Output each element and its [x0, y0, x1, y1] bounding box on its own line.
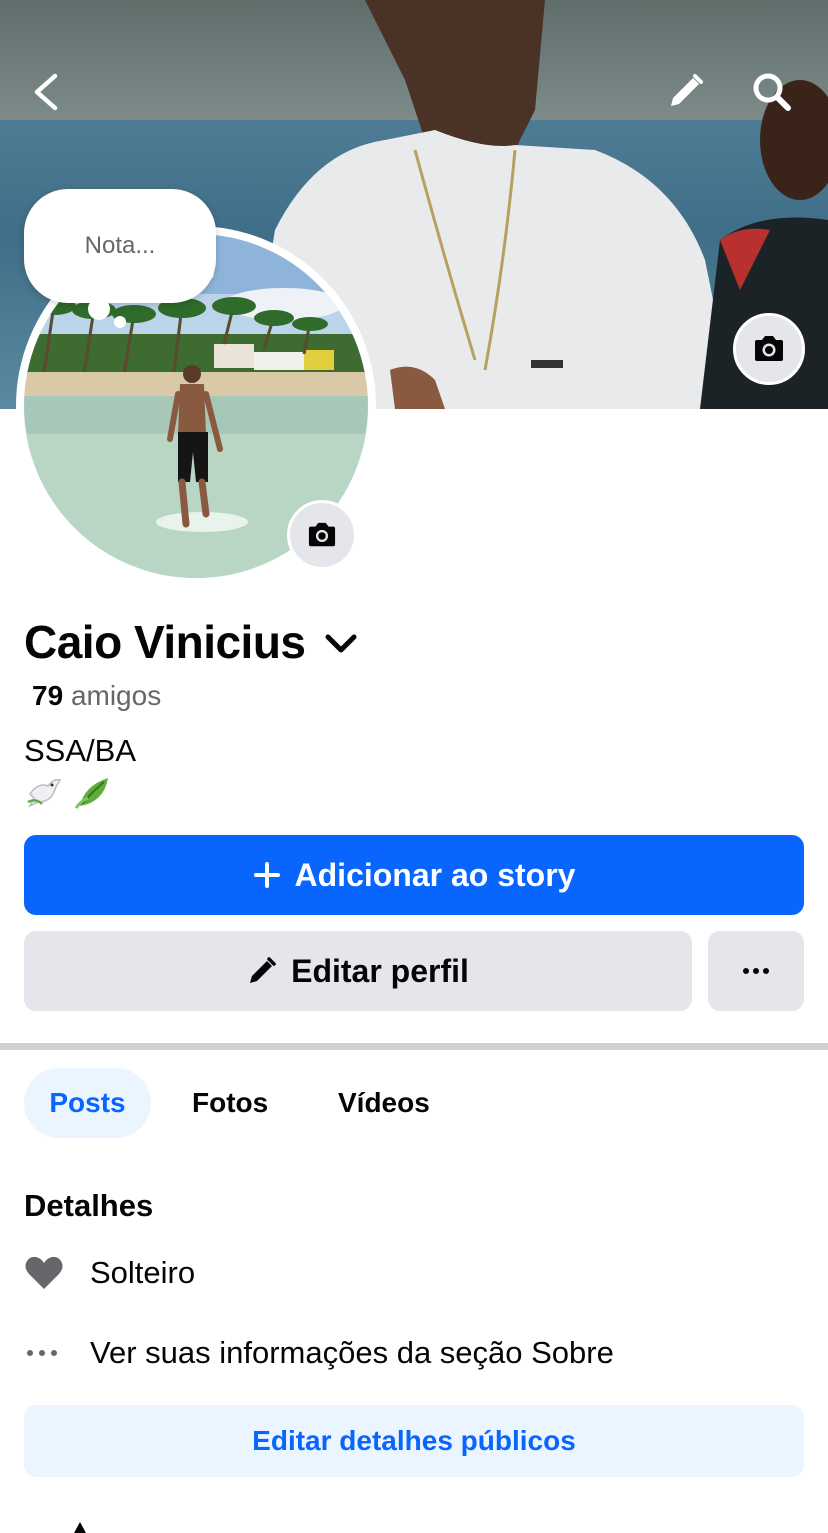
profile-name-switcher[interactable]: Caio Vinicius: [24, 612, 358, 672]
note-placeholder: Nota...: [84, 232, 156, 259]
edit-profile-button[interactable]: Editar perfil: [24, 931, 692, 1011]
cut-off-row-icon: [74, 1522, 86, 1533]
plus-icon: [253, 862, 280, 888]
bio-emoji-row: [24, 772, 114, 812]
profile-name: Caio Vinicius: [24, 616, 306, 668]
relationship-row: Solteiro: [24, 1251, 195, 1295]
more-dots-icon: [27, 1350, 57, 1356]
about-link: Ver suas informações da seção Sobre: [90, 1335, 614, 1370]
note-bubble[interactable]: Nota...: [24, 189, 216, 303]
tab-videos[interactable]: Vídeos: [338, 1068, 430, 1138]
pencil-icon: [671, 74, 703, 106]
pencil-icon: [250, 957, 276, 983]
note-bubble-tail: [88, 298, 110, 320]
camera-icon: [755, 336, 783, 361]
more-options-button[interactable]: [708, 931, 804, 1011]
tab-photos[interactable]: Fotos: [192, 1068, 268, 1138]
more-dots-icon: [743, 968, 769, 974]
heart-icon: [25, 1256, 63, 1289]
relationship-status: Solteiro: [90, 1255, 196, 1290]
dove-icon: [27, 778, 62, 808]
edit-public-details-button[interactable]: Editar detalhes públicos: [24, 1405, 804, 1477]
note-bubble-tail-small: [114, 316, 126, 328]
herb-icon: [74, 778, 108, 809]
details-title: Detalhes: [24, 1188, 154, 1223]
friends-label: amigos: [70, 680, 162, 711]
add-story-label: Adicionar ao story: [294, 856, 576, 893]
search-button[interactable]: [742, 62, 802, 122]
chevron-left-icon: [34, 73, 58, 111]
about-link-row[interactable]: Ver suas informações da seção Sobre: [24, 1331, 614, 1375]
bio-location: SSA/BA: [24, 733, 136, 768]
add-story-button[interactable]: Adicionar ao story: [24, 835, 804, 915]
camera-icon: [308, 522, 336, 547]
search-icon: [753, 73, 791, 111]
tab-posts[interactable]: Posts: [24, 1068, 151, 1138]
friends-count[interactable]: 79 amigos: [32, 680, 161, 712]
edit-public-details-label: Editar detalhes públicos: [252, 1425, 576, 1456]
avatar-camera-button[interactable]: [287, 500, 357, 570]
section-divider: [0, 1043, 828, 1050]
edit-profile-label: Editar perfil: [291, 952, 469, 989]
chevron-down-icon: [325, 634, 357, 653]
back-button[interactable]: [16, 62, 76, 122]
edit-button[interactable]: [655, 62, 715, 122]
cover-camera-button[interactable]: [733, 313, 805, 385]
friends-number: 79: [32, 680, 64, 711]
